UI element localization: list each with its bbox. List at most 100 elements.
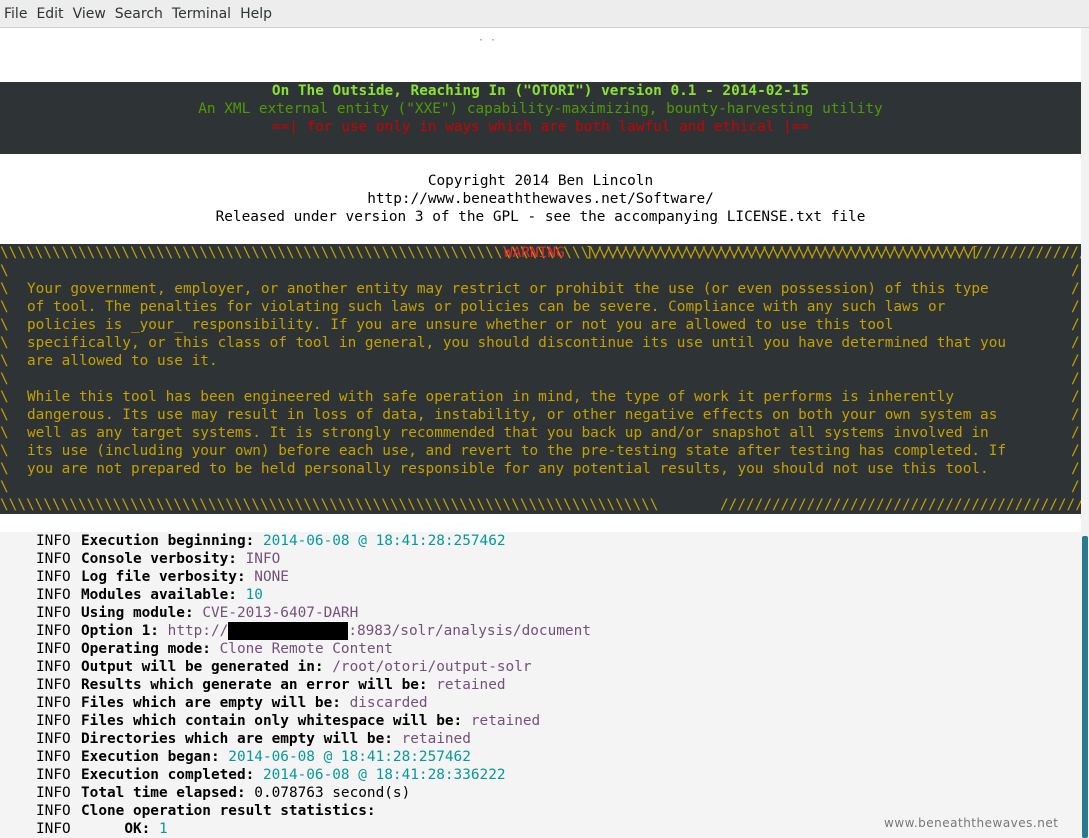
log-label: OK: 1 [81, 820, 168, 838]
log-label-text: Total time elapsed: [81, 785, 246, 801]
log-level: INFO [36, 641, 71, 657]
log-row: INFO Output will be generated in: /root/o… [0, 658, 1081, 676]
log-value: NONE [254, 569, 289, 585]
log-label-text: OK: [81, 821, 151, 837]
log-value: :8983/solr/analysis/document [348, 623, 591, 639]
redacted-hostname [228, 622, 349, 640]
log-label-text: Modules available: [81, 587, 237, 603]
log-level: INFO [36, 533, 71, 549]
log-value: 10 [245, 587, 263, 603]
menu-view[interactable]: View [73, 6, 106, 22]
log-level: INFO [36, 749, 71, 765]
log-level: INFO [36, 551, 71, 567]
log-level: INFO [36, 713, 71, 729]
log-label: Modules available: 10 [81, 586, 263, 604]
warning-text: of tool. The penalties for violating suc… [27, 299, 946, 315]
otori-banner: On The Outside, Reaching In ("OTORI") ve… [0, 82, 1081, 154]
log-row: INFO Operating mode: Clone Remote Content [0, 640, 1081, 658]
log-label-text: Clone operation result statistics: [81, 803, 376, 819]
log-value: retained [436, 677, 506, 693]
log-label: Output will be generated in: /root/otori… [81, 658, 532, 676]
log-label-text: Execution began: [81, 749, 220, 765]
menu-file[interactable]: File [4, 6, 27, 22]
log-label: Total time elapsed: 0.078763 second(s) [81, 784, 410, 802]
copyright-block: Copyright 2014 Ben Lincoln http://www.be… [0, 172, 1081, 226]
log-value: CVE-2013-6407-DARH [202, 605, 359, 621]
log-level: INFO [36, 659, 71, 675]
log-row: INFO Directories which are empty will be:… [0, 730, 1081, 748]
scrollbar[interactable] [1081, 28, 1089, 838]
log-label: Option 1: http:// :8983/solr/analysis/doc… [81, 622, 591, 640]
drag-handle-dots: · · [478, 35, 497, 46]
log-label: Files which are empty will be: discarded [81, 694, 428, 712]
log-label-text: Operating mode: [81, 641, 211, 657]
log-label-text: Option 1: [81, 623, 159, 639]
log-row: INFO Total time elapsed: 0.078763 second(… [0, 784, 1081, 802]
log-level: INFO [36, 767, 71, 783]
log-value: 2014-06-08 @ 18:41:28:257462 [228, 749, 471, 765]
log-value: 1 [158, 821, 168, 837]
log-row: INFO Option 1: http:// :8983/solr/analysis… [0, 622, 1081, 640]
log-label-text: Files which are empty will be: [81, 695, 341, 711]
log-level: INFO [36, 569, 71, 585]
warning-text: Your government, employer, or another en… [27, 281, 989, 297]
menu-edit[interactable]: Edit [36, 6, 63, 22]
log-value: 0.078763 second(s) [254, 785, 411, 801]
log-level: INFO [36, 803, 71, 819]
log-level: INFO [36, 731, 71, 747]
log-value: /root/otori/output-solr [332, 659, 532, 675]
menu-help[interactable]: Help [240, 6, 272, 22]
log-label-text: Files which contain only whitespace will… [81, 713, 463, 729]
log-level: INFO [36, 695, 71, 711]
log-level: INFO [36, 677, 71, 693]
log-row: INFO Log file verbosity: NONE [0, 568, 1081, 586]
log-label: Execution beginning: 2014-06-08 @ 18:41:… [81, 532, 506, 550]
log-value: 2014-06-08 @ 18:41:28:257462 [262, 533, 506, 549]
log-row: INFO Using module: CVE-2013-6407-DARH [0, 604, 1081, 622]
banner-title: On The Outside, Reaching In ("OTORI") ve… [271, 83, 810, 99]
menu-terminal[interactable]: Terminal [172, 6, 231, 22]
log-label: Clone operation result statistics: [81, 802, 376, 820]
log-value: Clone Remote Content [219, 641, 393, 657]
license-line: Released under version 3 of the GPL - se… [215, 209, 866, 225]
log-label: Operating mode: Clone Remote Content [81, 640, 393, 658]
log-row: INFO Execution beginning: 2014-06-08 @ 18… [0, 532, 1081, 550]
menu-search[interactable]: Search [115, 6, 163, 22]
log-row: INFO Files which are empty will be: disca… [0, 694, 1081, 712]
log-value: http:// [167, 623, 229, 639]
log-level: INFO [36, 587, 71, 603]
banner-subtitle: An XML external entity ("XXE") capabilit… [198, 101, 883, 117]
warning-text: you are not prepared to be held personal… [27, 461, 989, 477]
log-label: Console verbosity: INFO [81, 550, 280, 568]
watermark: www.beneaththewaves.net [884, 816, 1059, 830]
copyright-line: Copyright 2014 Ben Lincoln [427, 173, 654, 189]
warning-text: While this tool has been engineered with… [27, 389, 955, 405]
log-level: INFO [36, 623, 71, 639]
log-label-text: Console verbosity: [81, 551, 237, 567]
terminal-output[interactable]: · · On The Outside, Reaching In ("OTORI"… [0, 28, 1081, 838]
warning-text: specifically, or this class of tool in g… [27, 335, 1007, 351]
warning-text: well as any target systems. It is strong… [27, 425, 989, 441]
log-label-text: Directories which are empty will be: [81, 731, 393, 747]
log-level: INFO [36, 821, 71, 837]
log-value: discarded [349, 695, 428, 711]
log-value: retained [470, 713, 541, 729]
log-level: INFO [36, 785, 71, 801]
warning-text: dangerous. Its use may result in loss of… [27, 407, 998, 423]
warning-text: are allowed to use it. [27, 353, 218, 369]
log-label-text: Using module: [81, 605, 194, 621]
warning-bottom-border: \\\\\\\\\\\\\\\\\\\\\\\\\\\\\\\\\\\\\\\\… [0, 497, 1081, 513]
banner-notice: ==| for use only in ways which are both … [271, 119, 810, 135]
log-label: Execution completed: 2014-06-08 @ 18:41:… [81, 766, 506, 784]
scrollbar-thumb[interactable] [1082, 536, 1088, 838]
log-label: Files which contain only whitespace will… [81, 712, 540, 730]
log-label-text: Results which generate an error will be: [81, 677, 428, 693]
log-value: retained [401, 731, 471, 747]
log-label: Execution began: 2014-06-08 @ 18:41:28:2… [81, 748, 471, 766]
menu-bar: File Edit View Search Terminal Help [0, 0, 1089, 28]
log-level: INFO [36, 605, 71, 621]
log-label: Directories which are empty will be: ret… [81, 730, 471, 748]
log-row: INFO Files which contain only whitespace … [0, 712, 1081, 730]
log-row: INFO Results which generate an error will… [0, 676, 1081, 694]
log-label-text: Execution completed: [81, 767, 255, 783]
